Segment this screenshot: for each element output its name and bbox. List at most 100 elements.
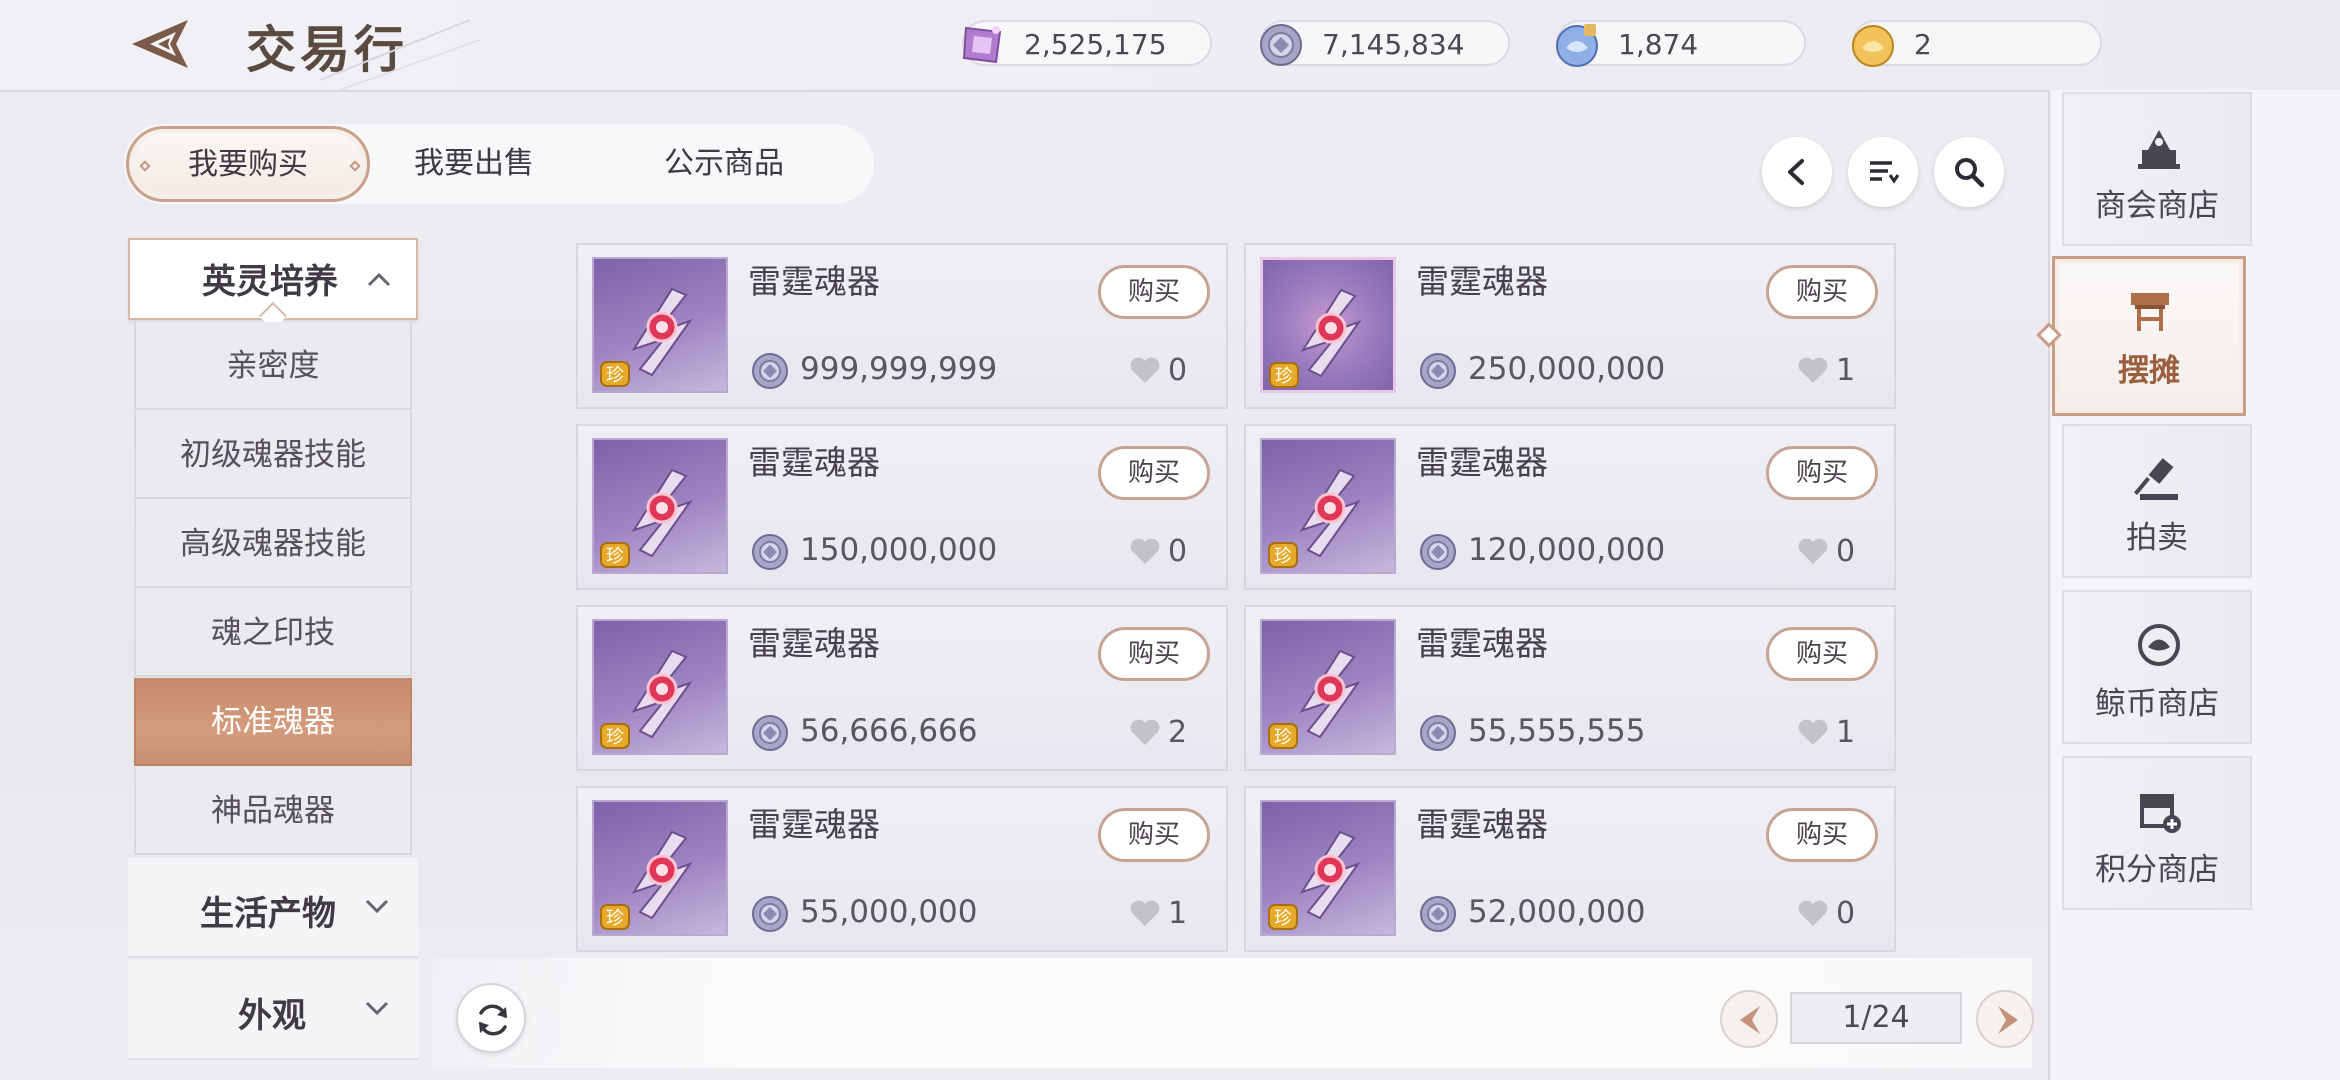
chevron-left-icon bbox=[1788, 159, 1804, 185]
heart-icon bbox=[1798, 538, 1828, 564]
nav-label: 积分商店 bbox=[2095, 852, 2219, 888]
item-price: 150,000,000 bbox=[800, 532, 998, 568]
sidebar-item-standard-soul-device[interactable]: 标准魂器 bbox=[134, 678, 412, 766]
rare-badge-icon: 珍 bbox=[1269, 362, 1299, 388]
item-thumbnail[interactable]: 珍 bbox=[592, 619, 728, 755]
item-name: 雷霆魂器 bbox=[748, 262, 880, 301]
item-name: 雷霆魂器 bbox=[1416, 624, 1548, 663]
like-count: 1 bbox=[1168, 896, 1188, 931]
listing-card[interactable]: 珍 雷霆魂器 购买 120,000,000 0 bbox=[1244, 424, 1896, 590]
sidebar-group-expanded[interactable]: 英灵培养 bbox=[128, 238, 418, 331]
chevron-down-icon bbox=[365, 899, 389, 914]
buy-button[interactable]: 购买 bbox=[1766, 627, 1878, 681]
heart-icon bbox=[1798, 900, 1828, 926]
buy-button[interactable]: 购买 bbox=[1098, 627, 1210, 681]
like-count: 0 bbox=[1836, 896, 1856, 931]
refresh-button[interactable] bbox=[456, 983, 526, 1053]
like-count: 1 bbox=[1836, 353, 1856, 388]
sidebar-item-divine-soul-device[interactable]: 神品魂器 bbox=[134, 767, 412, 855]
item-thumbnail[interactable]: 珍 bbox=[1260, 438, 1396, 574]
collapse-button[interactable] bbox=[1762, 137, 1832, 207]
nav-points-shop[interactable]: 积分商店 bbox=[2062, 756, 2252, 910]
nav-label: 鲸币商店 bbox=[2095, 686, 2219, 722]
nav-label: 拍卖 bbox=[2126, 520, 2188, 556]
buy-button[interactable]: 购买 bbox=[1098, 265, 1210, 319]
like-count: 0 bbox=[1168, 353, 1188, 388]
sort-button[interactable] bbox=[1848, 137, 1918, 207]
silver-coin-icon bbox=[1420, 534, 1456, 570]
currency-whale-gold: 2 bbox=[1852, 20, 2102, 67]
listing-card[interactable]: 珍 雷霆魂器 购买 55,555,555 1 bbox=[1244, 605, 1896, 771]
item-name: 雷霆魂器 bbox=[748, 443, 880, 482]
buy-button[interactable]: 购买 bbox=[1766, 265, 1878, 319]
svg-text:珍: 珍 bbox=[1274, 908, 1292, 929]
listing-card[interactable]: 珍 雷霆魂器 购买 250,000,000 1 bbox=[1244, 243, 1896, 409]
nav-label: 摆摊 bbox=[2118, 353, 2180, 389]
whale-bound-coin-icon bbox=[1556, 24, 1598, 67]
listing-card[interactable]: 珍 雷霆魂器 购买 150,000,000 0 bbox=[576, 424, 1228, 590]
listing-card[interactable]: 珍 雷霆魂器 购买 55,000,000 1 bbox=[576, 786, 1228, 952]
auction-hammer-icon bbox=[2134, 458, 2178, 500]
item-thumbnail[interactable]: 珍 bbox=[1260, 800, 1396, 936]
nav-whale-coin-shop[interactable]: 鲸币商店 bbox=[2062, 590, 2252, 744]
item-price: 52,000,000 bbox=[1468, 894, 1646, 930]
item-thumbnail[interactable]: 珍 bbox=[1260, 257, 1396, 393]
buy-button[interactable]: 购买 bbox=[1766, 446, 1878, 500]
nav-auction[interactable]: 拍卖 bbox=[2062, 424, 2252, 578]
svg-text:珍: 珍 bbox=[1274, 727, 1292, 748]
tab-buy[interactable]: 我要购买 bbox=[126, 126, 370, 202]
heart-icon bbox=[1130, 538, 1160, 564]
back-button[interactable] bbox=[128, 16, 200, 72]
silver-coin-icon bbox=[752, 715, 788, 751]
sidebar-group-appearance[interactable]: 外观 bbox=[128, 960, 418, 1060]
listing-card[interactable]: 珍 雷霆魂器 购买 52,000,000 0 bbox=[1244, 786, 1896, 952]
whale-coin-shop-icon bbox=[2138, 624, 2180, 666]
tab-label: 我要购买 bbox=[188, 147, 308, 182]
next-page-button[interactable] bbox=[1976, 990, 2034, 1048]
item-thumbnail[interactable]: 珍 bbox=[592, 800, 728, 936]
buy-button[interactable]: 购买 bbox=[1098, 808, 1210, 862]
item-name: 雷霆魂器 bbox=[748, 624, 880, 663]
buy-button[interactable]: 购买 bbox=[1766, 808, 1878, 862]
item-price: 999,999,999 bbox=[800, 351, 998, 387]
like-count: 0 bbox=[1836, 534, 1856, 569]
arrow-right-icon bbox=[1998, 1006, 2018, 1034]
sidebar-item-soul-seal[interactable]: 魂之印技 bbox=[134, 589, 412, 677]
tab-public-items[interactable]: 公示商品 bbox=[644, 124, 804, 204]
refresh-icon bbox=[479, 1004, 507, 1036]
sidebar-group-life-products[interactable]: 生活产物 bbox=[128, 858, 418, 958]
sidebar-item-intimacy[interactable]: 亲密度 bbox=[134, 322, 412, 410]
prev-page-button[interactable] bbox=[1720, 990, 1778, 1048]
item-thumbnail[interactable]: 珍 bbox=[592, 438, 728, 574]
heart-icon bbox=[1798, 357, 1828, 383]
chevron-up-icon bbox=[367, 272, 391, 287]
like-count: 0 bbox=[1168, 534, 1188, 569]
item-name: 雷霆魂器 bbox=[748, 805, 880, 844]
svg-text:珍: 珍 bbox=[606, 908, 624, 929]
item-price: 55,000,000 bbox=[800, 894, 978, 930]
tab-sell[interactable]: 我要出售 bbox=[394, 124, 554, 204]
item-price: 55,555,555 bbox=[1468, 713, 1646, 749]
whale-gold-coin-icon bbox=[1852, 25, 1894, 67]
nav-stall[interactable]: 摆摊 bbox=[2052, 256, 2246, 416]
chevron-down-icon bbox=[365, 1001, 389, 1016]
svg-text:珍: 珍 bbox=[1274, 546, 1292, 567]
listing-card[interactable]: 珍 雷霆魂器 购买 56,666,666 2 bbox=[576, 605, 1228, 771]
tab-label: 我要出售 bbox=[414, 146, 534, 181]
rare-badge-icon: 珍 bbox=[600, 542, 630, 568]
currency-value: 2 bbox=[1914, 28, 1932, 61]
nav-label: 商会商店 bbox=[2095, 188, 2219, 224]
tab-ornament bbox=[349, 160, 361, 172]
rare-badge-icon: 珍 bbox=[1268, 723, 1298, 749]
item-name: 雷霆魂器 bbox=[1416, 805, 1548, 844]
sidebar-item-basic-soul-skill[interactable]: 初级魂器技能 bbox=[134, 411, 412, 499]
listing-card[interactable]: 珍 雷霆魂器 购买 999,999,999 0 bbox=[576, 243, 1228, 409]
nav-guild-shop[interactable]: 商会商店 bbox=[2062, 92, 2252, 246]
sidebar-item-advanced-soul-skill[interactable]: 高级魂器技能 bbox=[134, 500, 412, 588]
heart-icon bbox=[1130, 719, 1160, 745]
item-thumbnail[interactable]: 珍 bbox=[592, 257, 728, 393]
sidebar-group-label: 英灵培养 bbox=[202, 262, 338, 302]
item-thumbnail[interactable]: 珍 bbox=[1260, 619, 1396, 755]
search-button[interactable] bbox=[1934, 137, 2004, 207]
buy-button[interactable]: 购买 bbox=[1098, 446, 1210, 500]
